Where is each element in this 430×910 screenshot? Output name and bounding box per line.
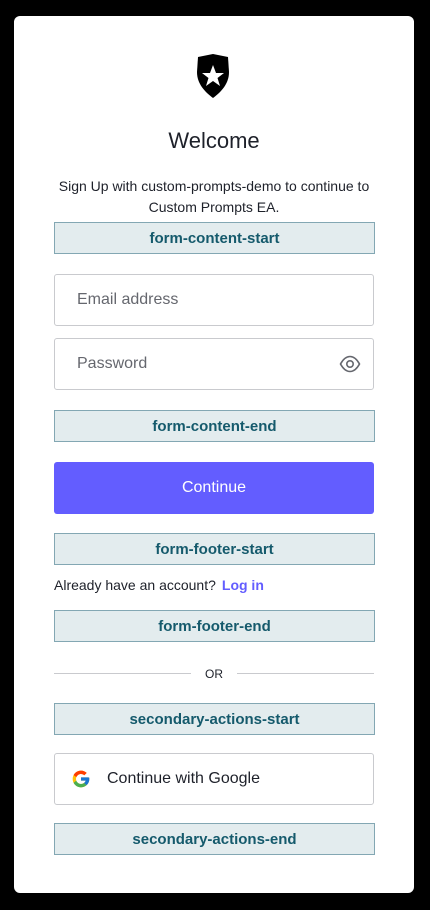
login-prompt-text: Already have an account? [54,577,216,593]
google-icon [72,770,90,788]
eye-icon[interactable] [339,354,361,374]
divider-line-right [237,673,374,674]
form-content-end-marker: form-content-end [54,410,375,442]
form-footer-end-marker: form-footer-end [54,610,375,642]
password-input[interactable] [77,339,317,389]
form-footer-start-marker: form-footer-start [54,533,375,565]
page-title: Welcome [168,128,260,153]
login-link[interactable]: Log in [222,577,264,593]
page-subtitle: Sign Up with custom-prompts-demo to cont… [58,178,370,215]
secondary-actions-start-marker: secondary-actions-start [54,703,375,735]
shield-logo-icon [197,54,229,98]
google-login-button[interactable]: Continue with Google [54,753,374,805]
login-prompt: Already have an account? Log in [54,577,264,593]
form-content-start-marker: form-content-start [54,222,375,254]
divider-label: OR [205,667,223,681]
google-login-label: Continue with Google [107,770,260,787]
email-field[interactable] [54,274,374,326]
continue-button[interactable]: Continue [54,462,374,514]
email-input[interactable] [77,275,317,325]
login-card: Welcome Sign Up with custom-prompts-demo… [14,16,414,893]
password-field[interactable] [54,338,374,390]
divider-line-left [54,673,191,674]
secondary-actions-end-marker: secondary-actions-end [54,823,375,855]
